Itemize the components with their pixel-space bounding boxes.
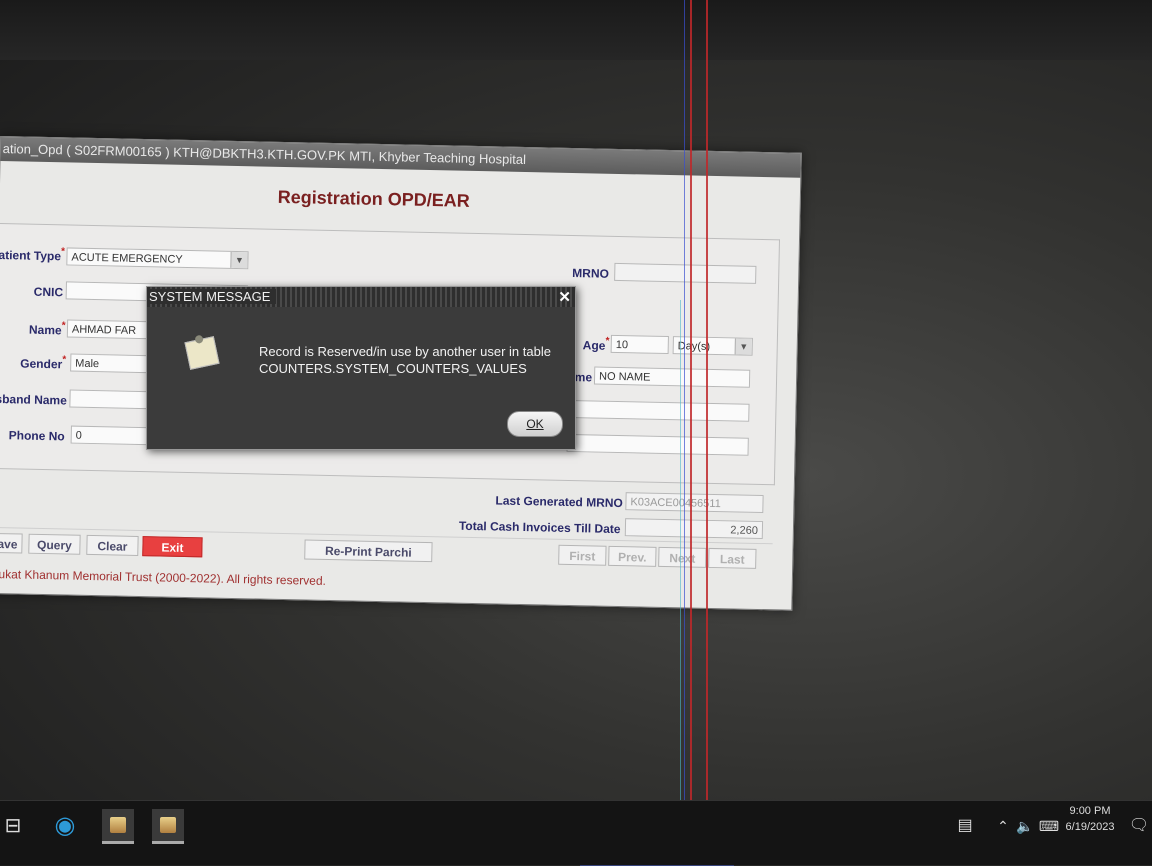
clock-date[interactable]: 6/19/2023 — [1062, 821, 1118, 833]
last-button[interactable]: Last — [708, 547, 757, 569]
clear-button[interactable]: Clear — [86, 534, 139, 556]
phone-label: Phone No — [8, 428, 65, 444]
clock-time[interactable]: 9:00 PM — [1062, 805, 1118, 817]
name-label: Name* — [28, 320, 66, 338]
monitor-bezel-top — [0, 0, 1152, 60]
volume-icon[interactable]: 🔈 — [1012, 813, 1038, 839]
last-mrno-field[interactable]: K03ACE00456511 — [625, 492, 764, 514]
window-titlebar[interactable]: ation_Opd ( S02FRM00165 ) KTH@DBKTH3.KTH… — [0, 137, 801, 178]
notifications-icon[interactable]: 🗨 — [1126, 813, 1152, 839]
screen-artifact-line — [680, 300, 681, 800]
total-cash-label: Total Cash Invoices Till Date — [458, 518, 621, 537]
screen-artifact-line — [690, 0, 692, 800]
save-button[interactable]: ave — [0, 532, 23, 554]
husband-name-label: sband Name — [0, 391, 67, 408]
cnic-label: CNIC — [33, 284, 64, 300]
taskbar: ⊟ ◉ ▤ ⌃ 🔈 ⌨ 9:00 PM 6/19/2023 🗨 — [0, 800, 1152, 865]
edge-browser-icon[interactable]: ◉ — [52, 813, 78, 839]
patient-type-select[interactable]: ACUTE EMERGENCY ▼ — [66, 247, 249, 270]
extra-field-2[interactable] — [566, 433, 749, 456]
chevron-down-icon[interactable]: ▼ — [734, 338, 752, 355]
copyright-footer: aukat Khanum Memorial Trust (2000-2022).… — [0, 566, 327, 588]
dialog-message: Record is Reserved/in use by another use… — [259, 343, 551, 377]
taskbar-app-forms-2[interactable] — [152, 809, 184, 844]
close-icon[interactable]: ✕ — [558, 288, 571, 306]
first-button[interactable]: First — [558, 544, 607, 566]
query-button[interactable]: Query — [28, 533, 81, 555]
mrno-label: MRNO — [572, 266, 610, 281]
chevron-down-icon[interactable]: ▼ — [230, 251, 248, 269]
dialog-message-line1: Record is Reserved/in use by another use… — [259, 344, 551, 359]
dialog-message-line2: COUNTERS.SYSTEM_COUNTERS_VALUES — [259, 361, 527, 376]
last-mrno-label: Last Generated MRNO — [495, 493, 623, 511]
age-field[interactable]: 10 — [610, 334, 669, 355]
patient-type-label: atient Type* — [0, 246, 66, 264]
network-icon[interactable]: ⌨ — [1036, 813, 1062, 839]
dialog-title: SYSTEM MESSAGE — [147, 289, 277, 304]
taskbar-app-forms-1[interactable] — [102, 809, 134, 844]
reprint-parchi-button[interactable]: Re-Print Parchi — [304, 539, 433, 563]
next-button[interactable]: Next — [658, 546, 707, 568]
prev-button[interactable]: Prev. — [608, 545, 657, 567]
tablet-mode-icon[interactable]: ▤ — [952, 813, 978, 839]
age-label: Age* — [582, 335, 610, 353]
task-view-icon[interactable]: ⊟ — [0, 813, 26, 839]
total-cash-field[interactable]: 2,260 — [624, 518, 764, 540]
dialog-titlebar[interactable]: SYSTEM MESSAGE — [147, 287, 575, 307]
screen-artifact-line — [684, 0, 685, 800]
form-title: Registration OPD/EAR — [277, 186, 470, 211]
note-icon — [184, 336, 220, 370]
gender-label: Gender* — [20, 354, 67, 372]
exit-button[interactable]: Exit — [142, 536, 203, 558]
system-message-dialog: SYSTEM MESSAGE ✕ Record is Reserved/in u… — [146, 286, 576, 450]
other-name-field[interactable]: NO NAME — [593, 366, 751, 388]
screen-artifact-line — [706, 0, 708, 800]
ok-button[interactable]: OK — [507, 411, 563, 437]
mrno-field[interactable] — [614, 262, 757, 284]
extra-field-1[interactable] — [567, 399, 750, 422]
